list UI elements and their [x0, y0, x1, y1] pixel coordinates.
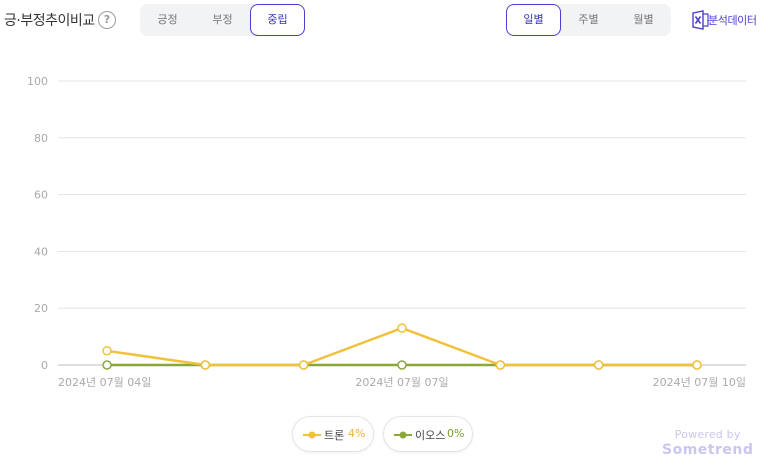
powered-by-logo: Powered by Sometrend — [662, 428, 753, 458]
data-point[interactable] — [298, 360, 309, 370]
y-tick-label: 60 — [34, 189, 48, 202]
legend-item-tron[interactable]: 트론 4% — [292, 416, 374, 452]
x-tick-label: 2024년 07월 04일 — [58, 375, 151, 389]
data-point[interactable] — [102, 346, 112, 356]
legend-percent-tron: 4% — [348, 427, 366, 440]
line-chart: 0 20 40 60 80 100 2024년 07월 04일 2024년 07월 07일 2… — [27, 75, 746, 389]
data-point[interactable] — [495, 360, 506, 370]
data-point[interactable] — [692, 360, 702, 370]
legend-item-eos[interactable]: 이오스 0% — [383, 416, 473, 452]
y-tick-label: 80 — [34, 132, 48, 145]
y-tick-label: 40 — [34, 245, 48, 258]
data-point[interactable] — [200, 360, 211, 370]
series-line — [106, 326, 697, 367]
eos-legend-marker — [394, 431, 412, 439]
brand-logo: Sometrend — [662, 442, 754, 458]
data-point[interactable] — [397, 360, 407, 370]
legend-label-eos: 이오스 — [415, 429, 446, 442]
data-point[interactable] — [102, 360, 112, 370]
data-point[interactable] — [397, 323, 407, 333]
y-tick-label: 0 — [41, 359, 48, 372]
x-tick-label: 2024년 07월 07일 — [355, 375, 448, 389]
legend-percent-eos: 0% — [447, 427, 465, 440]
data-point[interactable] — [593, 360, 604, 370]
x-tick-label: 2024년 07월 10일 — [653, 375, 746, 389]
powered-by-text: Powered by — [674, 428, 741, 441]
y-tick-label: 100 — [27, 75, 48, 88]
legend-label-tron: 트론 — [324, 429, 345, 442]
y-tick-label: 20 — [34, 302, 48, 315]
tron-legend-marker — [303, 431, 321, 439]
